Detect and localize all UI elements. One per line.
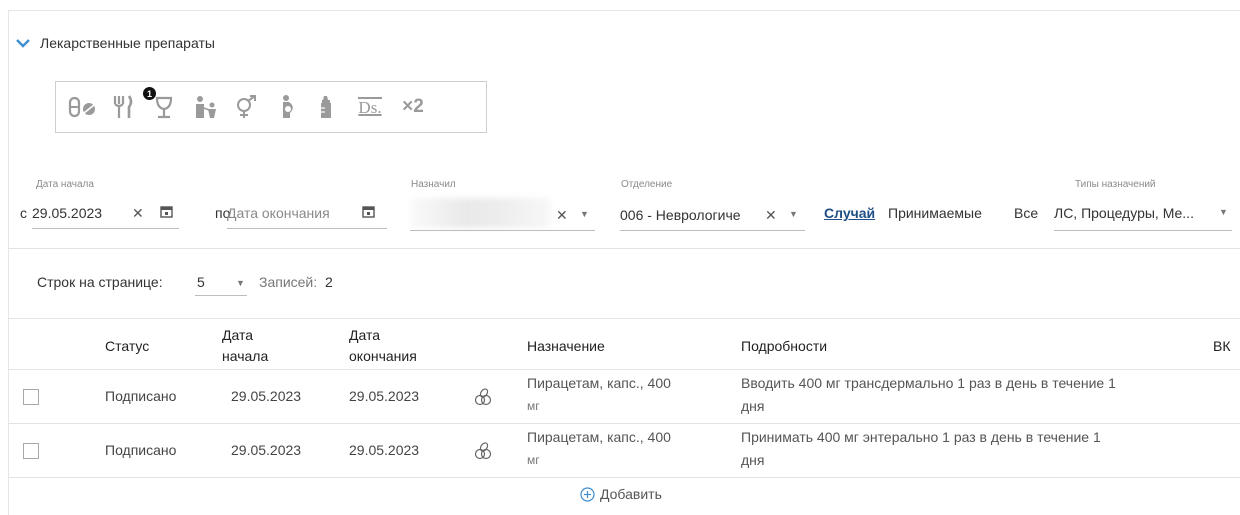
pills-icon[interactable] bbox=[66, 92, 100, 122]
row-details-line1: Вводить 400 мг трансдермально 1 раз в де… bbox=[741, 375, 1116, 391]
end-date-input[interactable]: Дата окончания bbox=[227, 205, 330, 221]
start-date-header-line1[interactable]: Дата bbox=[222, 325, 253, 345]
row-purpose-line1: Пирацетам, капс., 400 bbox=[527, 375, 671, 391]
types-underline bbox=[1054, 230, 1232, 231]
ds-icon[interactable]: Ds. bbox=[352, 92, 388, 122]
records-label: Записей: bbox=[259, 274, 318, 290]
records-count: 2 bbox=[325, 274, 333, 290]
start-date-label: Дата начала bbox=[36, 179, 94, 190]
taken-filter[interactable]: Принимаемые bbox=[888, 205, 982, 221]
types-dropdown-icon[interactable]: ▼ bbox=[1219, 207, 1228, 217]
section-header[interactable]: Лекарственные препараты bbox=[16, 35, 215, 51]
row-details-line2: дня bbox=[741, 452, 765, 468]
table-row[interactable]: Подписано 29.05.2023 29.05.2023 Пирацета… bbox=[9, 424, 1240, 476]
end-date-header-line1[interactable]: Дата bbox=[349, 325, 380, 345]
department-underline bbox=[620, 230, 805, 231]
start-date-header-line2[interactable]: начала bbox=[222, 346, 268, 366]
rows-underline bbox=[195, 295, 247, 296]
row-purpose-line1: Пирацетам, капс., 400 bbox=[527, 429, 671, 445]
department-dropdown-icon[interactable]: ▼ bbox=[789, 209, 798, 219]
details-header[interactable]: Подробности bbox=[741, 336, 827, 356]
ds-label: Ds. bbox=[358, 97, 382, 117]
end-date-underline bbox=[227, 228, 387, 229]
row-start-date: 29.05.2023 bbox=[231, 388, 302, 404]
row-start-date: 29.05.2023 bbox=[231, 442, 302, 458]
start-date-input[interactable]: 29.05.2023 bbox=[32, 205, 102, 221]
calendar-icon[interactable] bbox=[160, 205, 173, 223]
row-status: Подписано bbox=[105, 388, 177, 404]
clear-department-icon[interactable]: ✕ bbox=[765, 207, 777, 224]
clear-assigned-icon[interactable]: ✕ bbox=[556, 207, 568, 224]
family-icon[interactable] bbox=[190, 92, 224, 122]
row-details-line1: Принимать 400 мг энтерально 1 раз в день… bbox=[741, 429, 1101, 445]
medication-toolbar: 1 Ds. ×2 bbox=[55, 81, 487, 133]
assigned-dropdown-icon[interactable]: ▼ bbox=[580, 209, 589, 219]
table-top-border bbox=[9, 318, 1240, 319]
rows-per-page-label: Строк на странице: bbox=[37, 274, 163, 290]
pregnancy-icon[interactable] bbox=[272, 92, 302, 122]
baby-bottle-icon[interactable] bbox=[312, 92, 342, 122]
rows-dropdown-icon[interactable]: ▼ bbox=[236, 278, 245, 288]
start-date-prefix: с bbox=[20, 205, 27, 221]
table-row[interactable]: Подписано 29.05.2023 29.05.2023 Пирацета… bbox=[9, 370, 1240, 422]
row-purpose-line2: мг bbox=[527, 453, 540, 467]
status-header[interactable]: Статус bbox=[105, 336, 149, 356]
plus-circle-icon bbox=[580, 486, 595, 502]
assigned-label: Назначил bbox=[411, 179, 456, 190]
types-label: Типы назначений bbox=[1075, 179, 1156, 190]
case-link[interactable]: Случай bbox=[824, 205, 875, 221]
row-purpose-line2: мг bbox=[527, 399, 540, 413]
row-checkbox[interactable] bbox=[23, 443, 39, 459]
row-checkbox[interactable] bbox=[23, 389, 39, 405]
cutlery-icon[interactable] bbox=[108, 92, 138, 122]
gender-icon[interactable] bbox=[232, 92, 262, 122]
rows-per-page-select[interactable]: 5 bbox=[197, 274, 205, 290]
all-filter[interactable]: Все bbox=[1014, 205, 1038, 221]
notification-badge: 1 bbox=[143, 87, 156, 100]
wine-glass-icon[interactable]: 1 bbox=[143, 87, 180, 120]
start-date-underline bbox=[32, 228, 179, 229]
department-label: Отделение bbox=[621, 179, 673, 190]
pills-link-icon[interactable] bbox=[474, 388, 492, 411]
purpose-header[interactable]: Назначение bbox=[527, 336, 605, 356]
filters-divider bbox=[9, 248, 1240, 249]
clear-start-date-icon[interactable]: ✕ bbox=[132, 205, 144, 222]
row-end-date: 29.05.2023 bbox=[349, 442, 420, 458]
vk-header[interactable]: ВК bbox=[1213, 336, 1231, 356]
end-date-header-line2[interactable]: окончания bbox=[349, 346, 417, 366]
assigned-input[interactable] bbox=[410, 198, 550, 228]
multiply-icon[interactable]: ×2 bbox=[396, 92, 430, 122]
types-select[interactable]: ЛС, Процедуры, Ме... bbox=[1054, 205, 1194, 221]
table-bottom-border bbox=[9, 477, 1240, 478]
row-details-line2: дня bbox=[741, 398, 765, 414]
department-input[interactable]: 006 - Неврологиче bbox=[620, 207, 741, 223]
x2-label: ×2 bbox=[402, 96, 424, 117]
row-end-date: 29.05.2023 bbox=[349, 388, 420, 404]
chevron-down-icon[interactable] bbox=[16, 38, 30, 48]
calendar-icon[interactable] bbox=[362, 205, 375, 223]
assigned-underline bbox=[410, 230, 595, 231]
section-title: Лекарственные препараты bbox=[40, 35, 215, 51]
row-status: Подписано bbox=[105, 442, 177, 458]
pills-link-icon[interactable] bbox=[474, 442, 492, 465]
add-label: Добавить bbox=[600, 486, 662, 502]
add-button[interactable]: Добавить bbox=[580, 486, 662, 502]
